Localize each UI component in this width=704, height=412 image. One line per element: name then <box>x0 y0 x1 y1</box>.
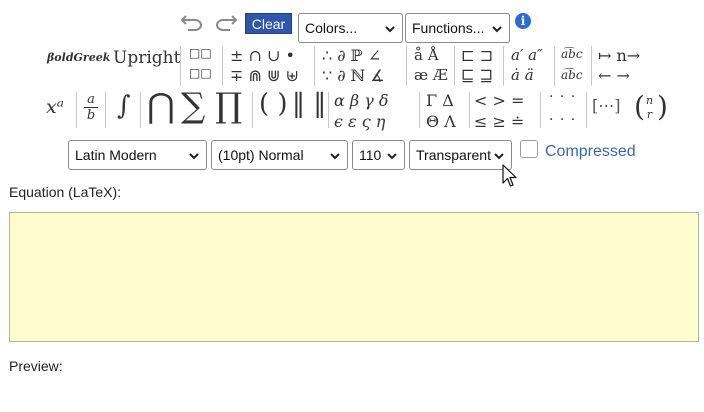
divider <box>252 92 253 128</box>
superscript-button[interactable]: xᵃ <box>46 96 64 118</box>
greek-upper-bottom[interactable]: Θ Λ <box>426 112 456 131</box>
overarc-top[interactable]: a͡bc <box>561 47 583 61</box>
arrows-bottom[interactable]: ← → <box>598 66 630 85</box>
relations-bottom[interactable]: ≤ ≥ ≐ <box>474 112 524 131</box>
size-select-value: (10pt) Normal <box>218 147 304 163</box>
divider <box>540 92 541 128</box>
divider <box>222 46 223 86</box>
functions-select-value: Functions... <box>412 20 485 36</box>
chevron-down-icon <box>189 153 199 160</box>
subset-top[interactable]: ⊏ ⊐ <box>461 46 493 65</box>
fraction-denominator: b <box>86 108 96 123</box>
divider <box>419 92 420 128</box>
chevron-down-icon <box>385 26 395 33</box>
boxes-button-bottom[interactable]: □□ <box>189 66 212 80</box>
divider <box>586 92 587 128</box>
divider <box>180 46 181 86</box>
operators-top[interactable]: ± ∩ ∪ • <box>230 46 295 65</box>
dots-top[interactable]: · · · <box>549 89 576 105</box>
greek-lower-bottom[interactable]: ϵ ε ς η <box>334 112 385 131</box>
divider <box>469 92 470 128</box>
info-glyph: i <box>520 14 526 28</box>
logic-top[interactable]: ∴ ∂ ℙ ∠ <box>322 46 381 65</box>
divider <box>554 46 555 86</box>
divider <box>503 46 504 86</box>
colors-select-value: Colors... <box>305 20 358 36</box>
chevron-down-icon <box>492 26 502 33</box>
divider <box>591 46 592 86</box>
product-button[interactable]: ∏ <box>215 86 242 126</box>
bigcap-button[interactable]: ⋂ <box>147 86 175 126</box>
operators-bottom[interactable]: ∓ ⋒ ⋓ ⊎ <box>230 66 299 85</box>
relations-top[interactable]: < > = <box>474 91 524 110</box>
divider <box>105 92 106 128</box>
dots-bottom[interactable]: · · · <box>549 112 576 128</box>
chevron-down-icon <box>387 153 397 160</box>
fraction-button[interactable]: a b <box>84 92 98 123</box>
divider <box>140 92 141 128</box>
greek-upper-top[interactable]: Γ Δ <box>426 91 454 110</box>
undo-icon[interactable] <box>179 11 205 33</box>
arrows-top[interactable]: ↦ n→ <box>598 46 640 65</box>
parentheses-button[interactable]: ( ) <box>259 89 288 119</box>
subset-bottom[interactable]: ⊑ ⊒ <box>461 66 493 85</box>
fraction-numerator: a <box>84 92 98 108</box>
background-select[interactable]: Transparent <box>409 140 512 170</box>
info-icon[interactable]: i <box>515 13 531 29</box>
prime-bottom[interactable]: ȧ ä <box>511 66 534 84</box>
font-select[interactable]: Latin Modern <box>68 140 207 170</box>
divider <box>314 46 315 86</box>
integral-button[interactable]: ∫ <box>117 91 131 121</box>
dpi-select[interactable]: 110 <box>352 140 405 170</box>
compressed-label[interactable]: Compressed <box>545 143 636 161</box>
preview-label: Preview: <box>9 358 63 374</box>
logic-bottom[interactable]: ∵ ∂ ℕ ∡ <box>322 66 385 85</box>
dpi-select-value: 110 <box>359 147 382 163</box>
divider <box>454 46 455 86</box>
divider <box>328 92 329 128</box>
norm-button[interactable]: ‖ ‖ <box>292 89 326 119</box>
binomial-n: n <box>646 94 654 107</box>
accents-bottom[interactable]: æ Æ <box>414 66 448 84</box>
binomial-button[interactable]: (n r) <box>634 90 668 123</box>
binomial-r: r <box>646 108 653 121</box>
equation-label: Equation (LaTeX): <box>9 184 122 200</box>
accents-top[interactable]: å Å <box>414 46 439 64</box>
prime-top[interactable]: a′ a″ <box>511 46 543 64</box>
greek-lower-top[interactable]: α β γ δ <box>334 91 389 110</box>
sum-button[interactable]: ∑ <box>181 86 205 126</box>
underarc-bottom[interactable]: a͡bc <box>561 68 583 82</box>
clear-button[interactable]: Clear <box>245 13 292 34</box>
functions-select[interactable]: Functions... <box>405 13 510 43</box>
equation-input[interactable] <box>9 212 699 342</box>
upright-button[interactable]: Upright <box>113 48 180 68</box>
mouse-pointer-icon <box>502 164 517 187</box>
redo-icon[interactable] <box>213 11 239 33</box>
boldgreek-button[interactable]: βoldGreek <box>47 51 110 64</box>
colors-select[interactable]: Colors... <box>298 13 403 43</box>
chevron-down-icon <box>330 153 340 160</box>
divider <box>76 92 77 128</box>
chevron-down-icon <box>494 153 504 160</box>
background-select-value: Transparent <box>416 147 491 163</box>
font-select-value: Latin Modern <box>75 147 157 163</box>
compressed-checkbox[interactable] <box>520 140 538 158</box>
matrix-button[interactable]: [⋯] <box>592 96 620 115</box>
boxes-button-top[interactable]: □□ <box>189 46 212 60</box>
divider <box>406 46 407 86</box>
size-select[interactable]: (10pt) Normal <box>211 140 348 170</box>
